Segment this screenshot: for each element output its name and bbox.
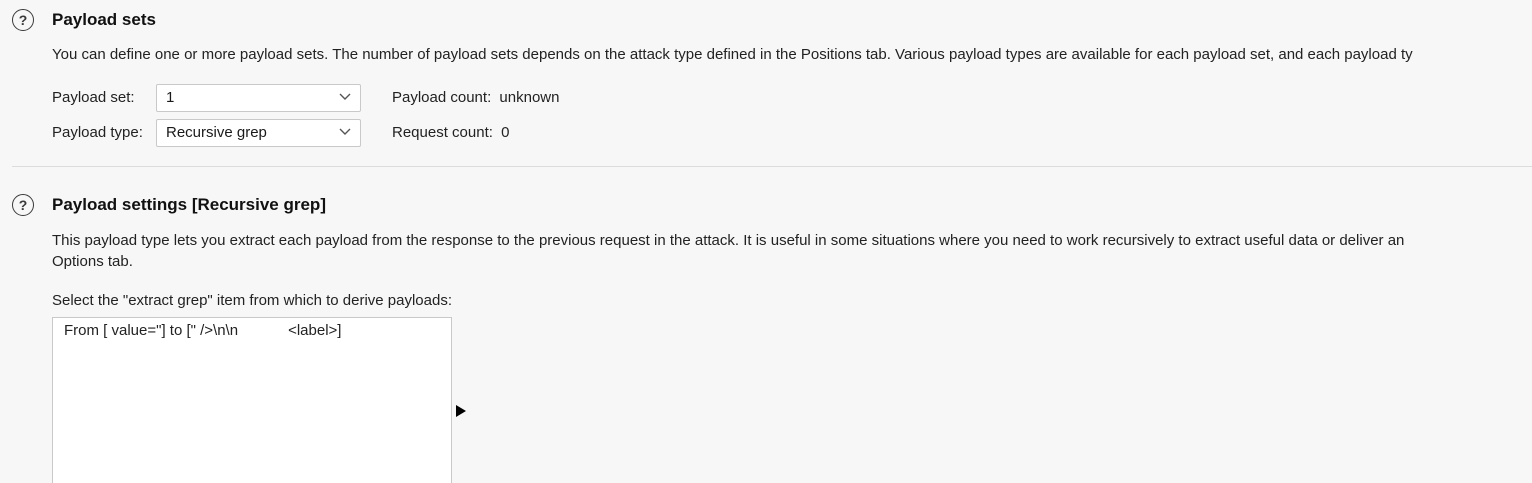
request-count-value: 0: [501, 124, 510, 141]
payload-type-label: Payload type:: [52, 124, 143, 141]
payload-settings-description-line2: Options tab.: [52, 253, 133, 270]
chevron-down-icon: [339, 128, 351, 135]
help-icon[interactable]: ?: [12, 9, 34, 31]
mouse-pointer-icon: [456, 405, 466, 417]
list-item[interactable]: From [ value="] to [" />\n\n <label>]: [53, 318, 451, 339]
extract-grep-listbox[interactable]: From [ value="] to [" />\n\n <label>]: [52, 317, 452, 483]
payload-sets-description: You can define one or more payload sets.…: [52, 46, 1413, 63]
payload-count-label: Payload count:: [392, 89, 492, 106]
payload-type-select[interactable]: Recursive grep: [156, 119, 361, 147]
request-count: Request count: 0: [392, 124, 509, 141]
payload-sets-header: ? Payload sets: [12, 9, 156, 31]
help-icon[interactable]: ?: [12, 194, 34, 216]
payload-settings-title: Payload settings [Recursive grep]: [52, 195, 326, 214]
payload-settings-header: ? Payload settings [Recursive grep]: [12, 194, 326, 216]
intruder-payloads-page: ? Payload sets You can define one or mor…: [0, 0, 1532, 483]
section-divider: [12, 166, 1532, 167]
request-count-label: Request count:: [392, 124, 493, 141]
payload-type-value: Recursive grep: [166, 124, 267, 141]
payload-count: Payload count: unknown: [392, 89, 559, 106]
payload-set-select[interactable]: 1: [156, 84, 361, 112]
payload-settings-description-line1: This payload type lets you extract each …: [52, 232, 1405, 249]
chevron-down-icon: [339, 93, 351, 100]
payload-set-label: Payload set:: [52, 89, 135, 106]
payload-sets-title: Payload sets: [52, 10, 156, 29]
payload-set-value: 1: [166, 89, 175, 106]
payload-count-value: unknown: [499, 89, 560, 106]
extract-grep-select-label: Select the "extract grep" item from whic…: [52, 292, 452, 309]
